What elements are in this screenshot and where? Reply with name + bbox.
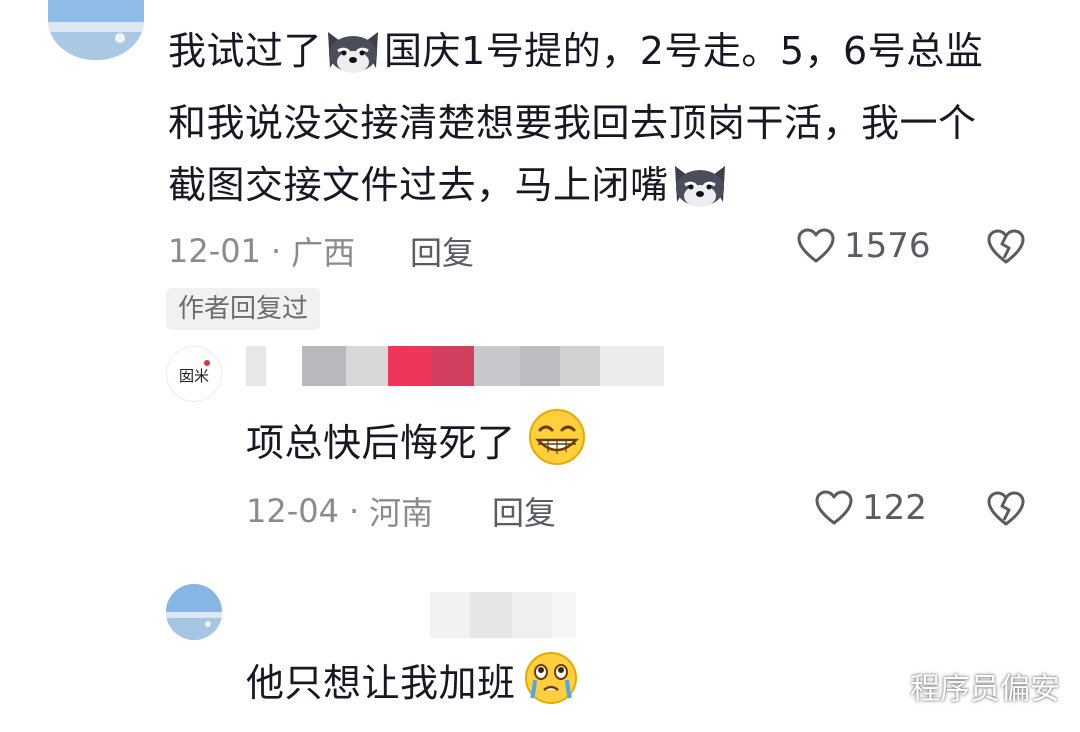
reply-date: 12-04 <box>246 492 339 530</box>
redacted-username <box>246 346 664 386</box>
comment-text-segment: 国庆1号提的，2号走。5，6号总监 <box>384 29 984 73</box>
husky-emoji <box>671 158 729 226</box>
like-count: 1576 <box>844 226 931 266</box>
reply-button[interactable]: 回复 <box>492 488 556 534</box>
watermark-text: 程序员偏安 <box>910 672 1060 707</box>
like-button[interactable]: 1576 <box>796 226 931 266</box>
grin-emoji <box>526 408 588 484</box>
source-watermark: 程序员偏安 <box>856 664 1060 708</box>
comment-date: 12-01 <box>168 232 261 270</box>
husky-emoji <box>324 24 382 92</box>
reply-meta: 12-04 · 河南 <box>246 488 433 534</box>
comment-line-2: 和我说没交接清楚想要我回去顶岗干活，我一个 <box>168 101 977 145</box>
reply-text: 他只想让我加班 <box>246 661 516 705</box>
svg-text:囡米: 囡米 <box>179 367 209 385</box>
reply-text: 项总快后悔死了 <box>246 421 516 465</box>
heart-icon <box>815 490 853 525</box>
avatar-calligraphy-image: 囡米 <box>179 360 210 385</box>
commenter-avatar[interactable] <box>48 0 144 60</box>
author-replied-tag: 作者回复过 <box>166 288 321 330</box>
reply-line: 项总快后悔死了 <box>246 408 590 484</box>
redacted-username <box>430 592 576 638</box>
reply-location: 河南 <box>369 494 434 532</box>
comment-body: 我试过了 国庆1号提的，2号走。5，6号总监 和我说没交接清楚想要我回去顶岗干活… <box>168 20 983 226</box>
replier-avatar[interactable]: 囡米 <box>166 346 222 402</box>
dislike-button[interactable] <box>986 228 1026 270</box>
reply-button[interactable]: 回复 <box>410 228 474 274</box>
avatar-sky-image <box>166 584 222 640</box>
comment-location: 广西 <box>291 234 356 272</box>
comment-meta: 12-01 · 广西 <box>168 228 355 274</box>
replier-avatar[interactable] <box>166 584 222 640</box>
comment-line-3: 截图交接文件过去，马上闭嘴 <box>168 154 983 226</box>
comment-text-segment: 我试过了 <box>168 29 323 73</box>
broken-heart-icon <box>987 229 1025 264</box>
reply-body: 项总快后悔死了 <box>246 408 590 484</box>
teary-emoji <box>522 650 580 724</box>
meta-separator: · <box>270 232 282 270</box>
heart-icon <box>797 228 835 263</box>
reply-line: 他只想让我加班 <box>246 650 582 724</box>
meta-separator: · <box>348 492 360 530</box>
dislike-button[interactable] <box>986 490 1026 532</box>
wechat-icon <box>857 669 900 702</box>
like-count: 122 <box>862 488 927 528</box>
broken-heart-icon <box>987 491 1025 526</box>
reply-body: 他只想让我加班 <box>246 650 582 724</box>
avatar-sky-image <box>48 0 144 60</box>
like-button[interactable]: 122 <box>814 488 927 528</box>
comment-line-1: 我试过了 国庆1号提的，2号走。5，6号总监 <box>168 20 983 92</box>
comment-text-segment: 截图交接文件过去，马上闭嘴 <box>168 163 669 207</box>
